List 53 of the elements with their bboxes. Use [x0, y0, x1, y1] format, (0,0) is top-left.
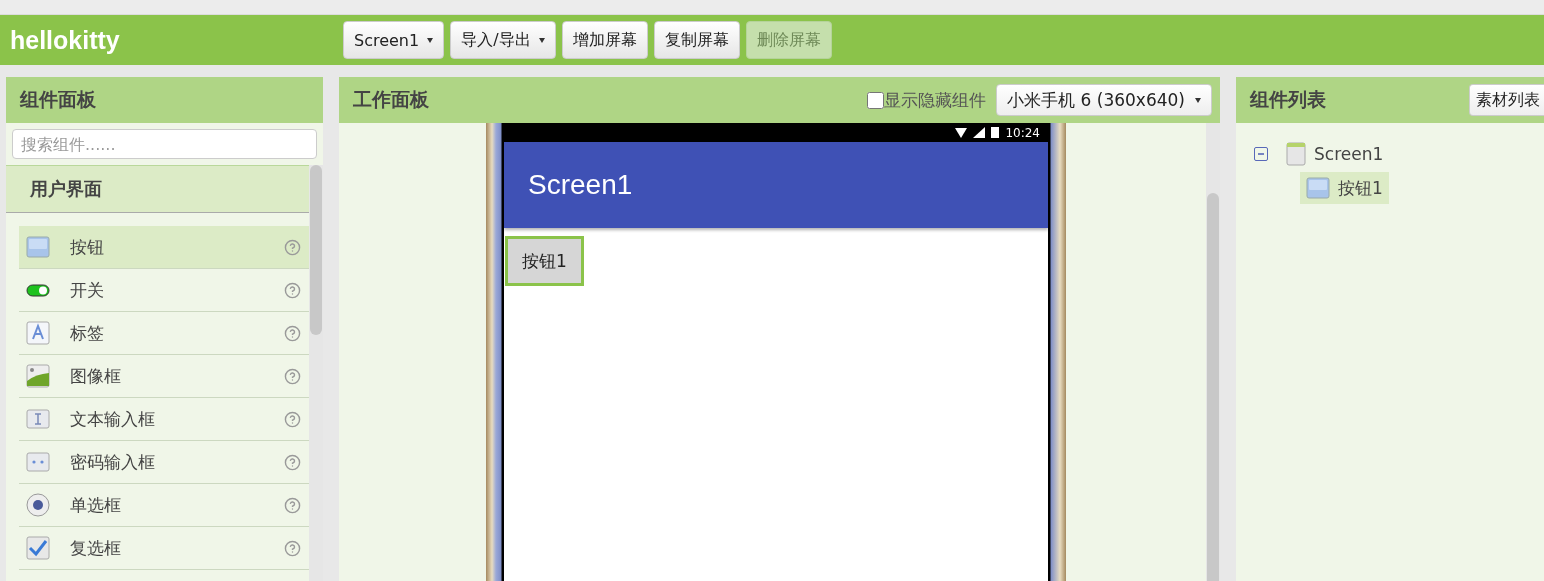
device-dropdown[interactable]: 小米手机 6 (360x640): [996, 84, 1212, 116]
dropdown-button[interactable]: Screen1: [343, 21, 445, 59]
help-icon[interactable]: [284, 453, 301, 471]
password-icon: [26, 450, 50, 474]
toolbar-button[interactable]: 复制屏幕: [653, 21, 740, 59]
screen-title: Screen1: [528, 169, 633, 201]
scrollbar-thumb[interactable]: [310, 165, 322, 335]
help-icon[interactable]: [284, 410, 301, 428]
tree-item[interactable]: Screen1: [1280, 138, 1390, 170]
status-time: 10:24: [1005, 125, 1040, 140]
checkbox-icon: [26, 536, 50, 560]
panel-title: 组件列表: [1250, 87, 1327, 112]
help-icon[interactable]: [284, 496, 301, 514]
help-icon[interactable]: [284, 539, 301, 557]
image-icon: [26, 364, 50, 388]
radio-icon: [26, 493, 50, 517]
panel-title: 组件面板: [20, 87, 97, 112]
panel-title: 工作面板: [353, 87, 430, 112]
phone-button[interactable]: 按钮1: [505, 236, 584, 286]
category-header[interactable]: 用户界面: [6, 165, 309, 213]
palette-item[interactable]: 复选框: [19, 527, 309, 570]
palette-item[interactable]: 开关: [19, 269, 309, 312]
signal-icon: [973, 127, 986, 138]
caret-icon: [1195, 97, 1201, 103]
help-icon[interactable]: [284, 367, 301, 385]
toolbar-button[interactable]: 增加屏幕: [561, 21, 648, 59]
scrollbar-thumb[interactable]: [1207, 193, 1219, 581]
button-icon: [1306, 176, 1330, 200]
search-field[interactable]: 搜索组件......: [12, 129, 317, 159]
checkbox-label: 显示隐藏组件: [884, 88, 987, 112]
help-icon[interactable]: [284, 281, 301, 299]
help-icon[interactable]: [284, 324, 301, 342]
caret-icon: [538, 37, 545, 43]
palette-item[interactable]: 文本输入框: [19, 398, 309, 441]
palette-item[interactable]: 单选框: [19, 484, 309, 527]
collapse-icon[interactable]: [1254, 147, 1268, 161]
button-icon: [26, 235, 50, 259]
checkbox[interactable]: [867, 91, 885, 109]
dropdown-button[interactable]: 导入/导出: [450, 21, 556, 59]
battery-icon: [991, 127, 1000, 138]
palette-item[interactable]: 图像框: [19, 355, 309, 398]
palette-item[interactable]: 密码输入框: [19, 441, 309, 484]
text-cursor-icon: [26, 407, 50, 431]
caret-icon: [427, 37, 434, 43]
app-title: hellokitty: [9, 25, 121, 55]
palette-item[interactable]: 按钮: [19, 226, 309, 269]
screen-icon: [1286, 142, 1306, 166]
palette-item[interactable]: 标签: [19, 312, 309, 355]
help-icon[interactable]: [284, 238, 301, 256]
wifi-icon: [955, 127, 968, 138]
assets-button[interactable]: 素材列表: [1469, 84, 1544, 116]
tree-item[interactable]: 按钮1: [1300, 172, 1389, 204]
letter-a-icon: [26, 321, 50, 345]
